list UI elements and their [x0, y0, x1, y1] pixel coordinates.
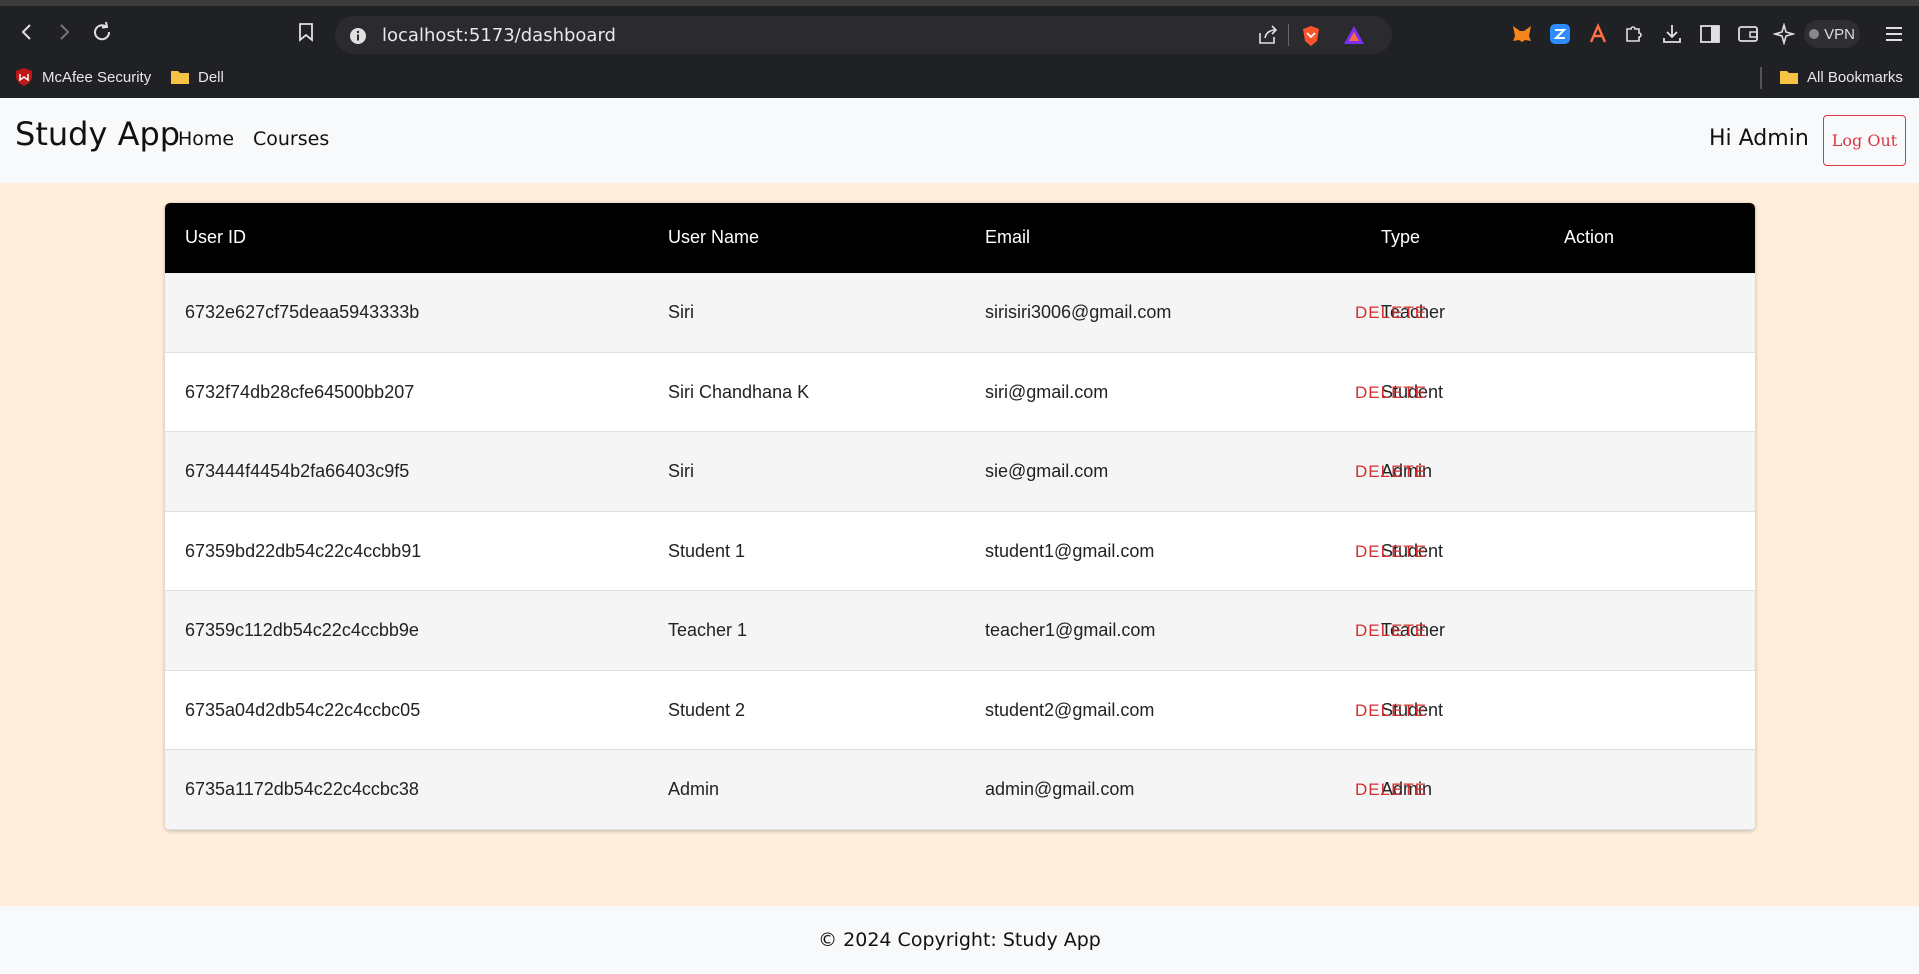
- address-bar[interactable]: localhost:5173/dashboard: [335, 16, 1392, 54]
- nav-link-courses[interactable]: Courses: [253, 128, 329, 150]
- copyright-text: © 2024 Copyright: Study App: [818, 929, 1101, 951]
- back-arrow-icon: [21, 24, 31, 40]
- url-text: localhost:5173/dashboard: [382, 25, 616, 46]
- app-navbar: Study App Home Courses Hi Admin Log Out: [0, 98, 1919, 183]
- leo-ai-icon[interactable]: [1772, 22, 1796, 46]
- header-action: Action: [1564, 227, 1615, 247]
- wallet-icon[interactable]: [1736, 22, 1760, 46]
- all-bookmarks-label: All Bookmarks: [1807, 68, 1903, 86]
- cell-user-name: Siri: [668, 302, 694, 322]
- forward-arrow-icon: [60, 24, 70, 40]
- cell-email: siri@gmail.com: [985, 381, 1109, 402]
- bookmark-icon: [299, 23, 313, 42]
- cell-user-name: Teacher 1: [668, 620, 748, 640]
- brand-logo[interactable]: Study App: [15, 115, 180, 153]
- delete-button[interactable]: DELETE: [1347, 613, 1435, 649]
- site-info-icon[interactable]: [349, 27, 367, 50]
- cell-email: teacher1@gmail.com: [985, 620, 1156, 640]
- delete-button[interactable]: DELETE: [1347, 375, 1435, 411]
- header-user-id: User ID: [185, 227, 247, 247]
- table-row: 6732f74db28cfe64500bb207 Siri Chandhana K…: [165, 352, 1755, 432]
- sidebar-toggle-icon[interactable]: [1698, 22, 1722, 46]
- delete-button[interactable]: DELETE: [1347, 693, 1435, 729]
- cell-email: sie@gmail.com: [985, 461, 1109, 481]
- mcafee-icon: [16, 68, 32, 86]
- metamask-icon[interactable]: [1510, 22, 1534, 46]
- cell-user-id: 673444f4454b2fa66403c9f5: [185, 461, 410, 481]
- header-type: Type: [1381, 227, 1421, 247]
- brave-shields-icon[interactable]: [1301, 25, 1321, 52]
- cell-email: student1@gmail.com: [985, 540, 1155, 561]
- users-table: User ID User Name Email Type Action 6732…: [165, 203, 1755, 830]
- reload-button[interactable]: [90, 20, 114, 44]
- bookmark-label: McAfee Security: [42, 68, 152, 86]
- footer: © 2024 Copyright: Study App: [0, 906, 1919, 974]
- browser-toolbar: localhost:5173/dashboard VPN: [0, 0, 1919, 57]
- delete-button[interactable]: DELETE: [1347, 772, 1435, 808]
- reload-icon: [94, 21, 111, 41]
- extension-a-icon[interactable]: [1586, 22, 1610, 46]
- cell-user-id: 67359bd22db54c22c4ccbb91: [185, 540, 422, 561]
- folder-icon: [171, 71, 189, 84]
- bookmarks-divider: [1760, 67, 1762, 89]
- cell-user-id: 6735a04d2db54c22c4ccbc05: [185, 699, 421, 720]
- cell-user-name: Student 1: [668, 540, 746, 561]
- cell-user-name: Admin: [668, 779, 720, 799]
- brave-rewards-icon[interactable]: [1343, 25, 1365, 50]
- header-email: Email: [985, 227, 1031, 247]
- user-greeting: Hi Admin: [1709, 126, 1809, 151]
- delete-button[interactable]: DELETE: [1347, 534, 1435, 570]
- bookmark-mcafee[interactable]: McAfee Security: [14, 65, 151, 89]
- cell-user-id: 6735a1172db54c22c4ccbc38: [185, 779, 419, 799]
- table-header: User ID User Name Email Type Action: [165, 203, 1755, 273]
- zoom-extension-icon[interactable]: [1548, 22, 1572, 46]
- forward-button[interactable]: [52, 20, 76, 44]
- table-row: 67359bd22db54c22c4ccbb91 Student 1 student…: [165, 511, 1755, 591]
- bookmarks-bar: McAfee Security Dell All Bookmarks: [0, 57, 1919, 98]
- delete-button[interactable]: DELETE: [1347, 454, 1435, 490]
- header-user-name: User Name: [668, 227, 760, 247]
- share-icon[interactable]: [1257, 25, 1279, 50]
- table-row: 673444f4454b2fa66403c9f5 Siri sie@gmail.co…: [165, 432, 1755, 512]
- cell-user-name: Student 2: [668, 699, 746, 720]
- cell-user-id: 6732f74db28cfe64500bb207: [185, 381, 415, 402]
- address-divider: [1288, 24, 1289, 46]
- extensions-puzzle-icon[interactable]: [1622, 22, 1646, 46]
- cell-user-id: 67359c112db54c22c4ccbb9e: [185, 620, 419, 640]
- table-row: 6735a1172db54c22c4ccbc38 Admin admin@gmail…: [165, 750, 1755, 830]
- downloads-icon[interactable]: [1660, 22, 1684, 46]
- vpn-status-icon: [1809, 29, 1820, 39]
- all-bookmarks[interactable]: All Bookmarks: [1779, 65, 1903, 89]
- bookmark-dell[interactable]: Dell: [170, 65, 224, 89]
- cell-user-name: Siri: [668, 461, 694, 481]
- cell-user-name: Siri Chandhana K: [668, 381, 810, 402]
- cell-user-id: 6732e627cf75deaa5943333b: [185, 302, 420, 322]
- cell-email: admin@gmail.com: [985, 779, 1135, 799]
- delete-button[interactable]: DELETE: [1347, 295, 1435, 331]
- vpn-label: VPN: [1824, 25, 1855, 43]
- vpn-button[interactable]: VPN: [1804, 20, 1860, 48]
- logout-button[interactable]: Log Out: [1823, 115, 1906, 166]
- table-row: 6735a04d2db54c22c4ccbc05 Student 2 student…: [165, 670, 1755, 750]
- cell-email: student2@gmail.com: [985, 699, 1155, 720]
- cell-email: sirisiri3006@gmail.com: [985, 302, 1172, 322]
- table-row: 67359c112db54c22c4ccbb9e Teacher 1 teacher…: [165, 591, 1755, 671]
- nav-link-home[interactable]: Home: [178, 128, 234, 150]
- table-row: 6732e627cf75deaa5943333b Siri sirisiri3006…: [165, 273, 1755, 353]
- bookmark-label: Dell: [198, 68, 224, 86]
- back-button[interactable]: [15, 20, 39, 44]
- menu-icon[interactable]: [1882, 22, 1906, 46]
- folder-icon: [1780, 71, 1798, 84]
- bookmark-page-button[interactable]: [294, 20, 318, 44]
